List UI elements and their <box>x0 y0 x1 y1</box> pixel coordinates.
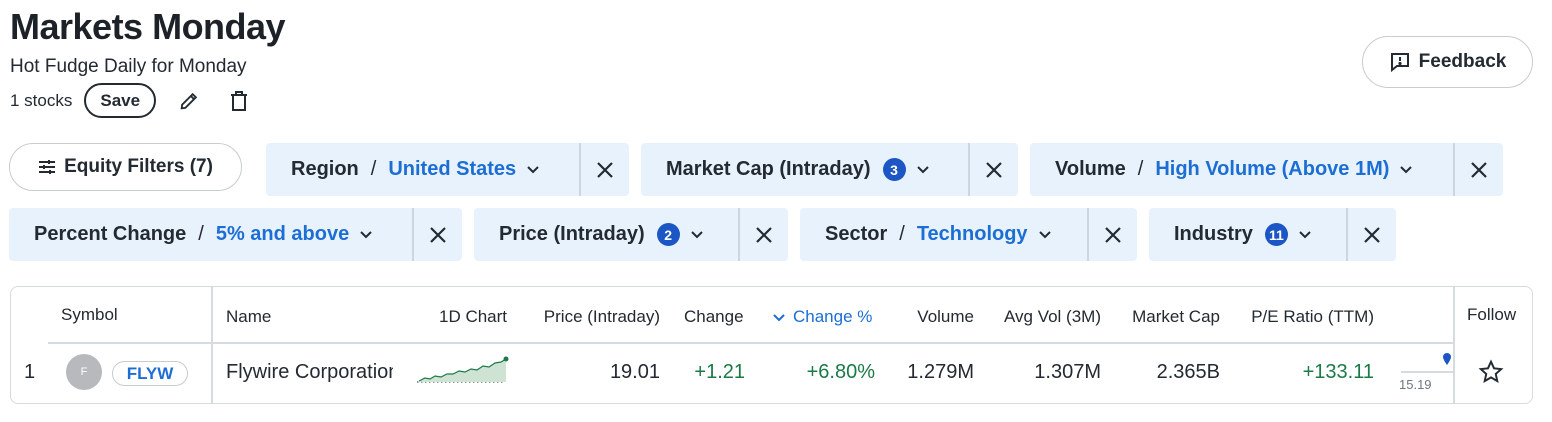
remove-filter-sector-button[interactable] <box>1087 208 1137 261</box>
chip-name: Industry <box>1174 223 1253 245</box>
column-header-change-pct[interactable]: Change % <box>773 307 872 327</box>
column-header-volume[interactable]: Volume <box>891 307 974 327</box>
company-logo: F <box>66 354 102 390</box>
filter-chip-price[interactable]: Price (Intraday) 2 <box>474 208 788 261</box>
chevron-down-icon <box>916 165 930 175</box>
chip-count-badge: 3 <box>882 158 906 181</box>
save-button[interactable]: Save <box>84 83 157 118</box>
chevron-down-icon <box>1298 230 1312 240</box>
edit-button[interactable] <box>174 86 204 116</box>
close-icon <box>430 226 446 243</box>
equity-filters-button[interactable]: Equity Filters (7) <box>9 143 242 191</box>
row-index: 1 <box>24 361 36 383</box>
price-cell: 19.01 <box>609 361 660 383</box>
filter-chip-industry[interactable]: Industry 11 <box>1149 208 1396 261</box>
range-low-value: 15.19 <box>1399 377 1432 392</box>
filter-chip-sector[interactable]: Sector / Technology <box>800 208 1137 261</box>
chevron-down-icon <box>690 230 704 240</box>
pe-ratio-cell: +133.11 <box>1302 361 1374 383</box>
remove-filter-region-button[interactable] <box>579 143 629 196</box>
close-icon <box>1364 226 1380 243</box>
chevron-down-icon <box>1038 230 1052 240</box>
company-name: Flywire Corporation <box>226 361 393 383</box>
filter-chip-market-cap[interactable]: Market Cap (Intraday) 3 <box>641 143 1018 196</box>
delete-button[interactable] <box>224 86 254 116</box>
change-pct-cell: +6.80% <box>806 361 875 383</box>
close-icon <box>986 161 1002 178</box>
column-header-follow: Follow <box>1467 305 1517 324</box>
feedback-label: Feedback <box>1418 51 1507 72</box>
column-header-price[interactable]: Price (Intraday) <box>531 307 660 327</box>
filter-chip-volume[interactable]: Volume / High Volume (Above 1M) <box>1030 143 1503 196</box>
star-icon[interactable] <box>1478 359 1504 385</box>
feedback-button[interactable]: Feedback <box>1362 36 1533 88</box>
chip-name: Region <box>291 158 359 180</box>
page-subtitle: Hot Fudge Daily for Monday <box>10 56 247 77</box>
sparkline-chart <box>417 356 509 383</box>
results-table: Symbol Name 1D Chart Price (Intraday) Ch… <box>10 286 1533 404</box>
close-icon <box>756 226 772 243</box>
chip-name: Sector <box>825 223 888 245</box>
column-header-pe-ratio[interactable]: P/E Ratio (TTM) <box>1237 307 1374 327</box>
chip-value: Technology <box>916 223 1028 245</box>
map-pin-icon <box>1443 353 1451 365</box>
close-icon <box>597 161 613 178</box>
pencil-icon <box>180 92 198 109</box>
column-header-change[interactable]: Change <box>684 307 744 327</box>
remove-filter-volume-button[interactable] <box>1453 143 1503 196</box>
chip-count-badge: 2 <box>656 223 680 246</box>
change-cell: +1.21 <box>694 361 745 383</box>
column-header-change-pct-label: Change % <box>793 307 873 326</box>
chip-value: 5% and above <box>215 223 350 245</box>
stock-count: 1 stocks <box>10 90 73 110</box>
chip-separator: / <box>1137 158 1144 180</box>
remove-filter-price-button[interactable] <box>738 208 788 261</box>
column-header-1d-chart: 1D Chart <box>439 307 508 326</box>
column-header-market-cap[interactable]: Market Cap <box>1116 307 1220 327</box>
column-header-avg-vol[interactable]: Avg Vol (3M) <box>991 307 1101 327</box>
chip-name: Price (Intraday) <box>499 223 645 245</box>
chevron-down-icon <box>1399 165 1413 175</box>
trash-icon <box>231 90 248 111</box>
chip-separator: / <box>198 223 204 245</box>
filter-chip-percent-change[interactable]: Percent Change / 5% and above <box>9 208 462 261</box>
52-week-range: 15.19 <box>1399 349 1455 393</box>
chip-separator: / <box>370 158 377 180</box>
screener-actions: 1 stocks Save <box>10 83 254 118</box>
chip-name: Market Cap (Intraday) <box>666 158 871 180</box>
chip-separator: / <box>899 223 905 245</box>
chip-value: United States <box>388 158 517 180</box>
close-icon <box>1471 161 1487 178</box>
chip-name: Volume <box>1055 158 1126 180</box>
chevron-down-icon <box>526 165 540 175</box>
header-divider <box>48 342 212 344</box>
sliders-icon <box>39 160 56 174</box>
avg-vol-cell: 1.307M <box>1034 361 1101 383</box>
column-divider <box>211 287 213 403</box>
chip-value: High Volume (Above 1M) <box>1155 158 1390 180</box>
column-header-name[interactable]: Name <box>226 307 271 327</box>
market-cap-cell: 2.365B <box>1156 361 1220 383</box>
equity-filters-label: Equity Filters (7) <box>64 156 213 177</box>
symbol-link[interactable]: FLYW <box>112 361 188 386</box>
chip-count-badge: 11 <box>1264 223 1288 246</box>
close-icon <box>1105 226 1121 243</box>
volume-cell: 1.279M <box>907 361 974 383</box>
sort-down-icon <box>773 314 785 322</box>
feedback-icon <box>1390 53 1409 73</box>
page-title: Markets Monday <box>10 6 286 47</box>
filter-chip-region[interactable]: Region / United States <box>266 143 629 196</box>
column-header-symbol[interactable]: Symbol <box>61 305 118 325</box>
remove-filter-market-cap-button[interactable] <box>968 143 1018 196</box>
chevron-down-icon <box>359 230 373 240</box>
remove-filter-percent-change-button[interactable] <box>412 208 462 261</box>
chip-name: Percent Change <box>34 223 187 245</box>
remove-filter-industry-button[interactable] <box>1346 208 1396 261</box>
range-track <box>1401 371 1453 373</box>
header-divider <box>212 342 1453 344</box>
